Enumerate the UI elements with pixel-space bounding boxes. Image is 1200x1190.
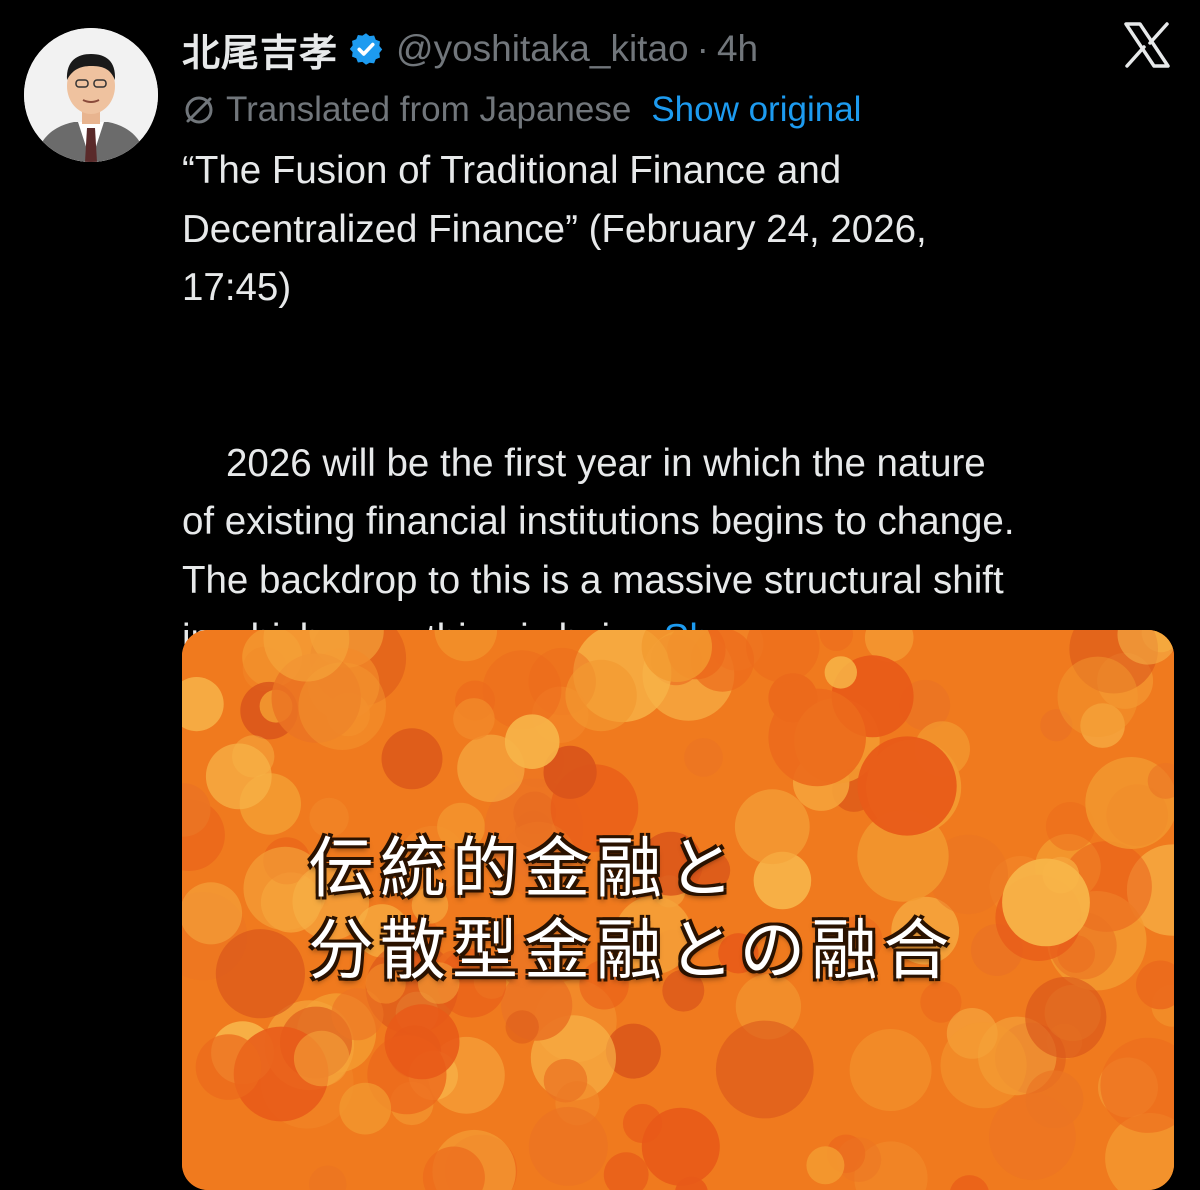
separator-dot: · — [697, 28, 709, 70]
tweet-body-line: of existing financial institutions begin… — [182, 493, 1182, 552]
tweet-title-line: 17:45) — [182, 259, 1182, 318]
tweet-title-line: Decentralized Finance” (February 24, 202… — [182, 201, 1182, 260]
tweet-image[interactable]: 伝統的金融と 分散型金融との融合 — [182, 630, 1174, 1190]
image-title-line: 分散型金融との融合 — [308, 910, 955, 992]
tweet-body-line: The backdrop to this is a massive struct… — [182, 552, 1182, 611]
show-original-link[interactable]: Show original — [651, 90, 861, 130]
globe-icon — [182, 93, 216, 127]
translated-label: Translated from Japanese — [226, 90, 631, 130]
tweet-text: “The Fusion of Traditional Finance and D… — [182, 142, 1182, 669]
image-title-line: 伝統的金融と — [308, 828, 955, 910]
x-logo-icon[interactable] — [1120, 18, 1174, 72]
author-avatar[interactable] — [24, 28, 158, 162]
tweet-timestamp[interactable]: 4h — [717, 28, 758, 70]
verified-badge-icon — [348, 31, 384, 67]
translation-notice: Translated from Japanese Show original — [182, 86, 861, 134]
author-name[interactable]: 北尾吉孝 — [182, 22, 338, 77]
tweet-body-line: 2026 will be the first year in which the… — [182, 435, 1182, 494]
tweet-title-line: “The Fusion of Traditional Finance and — [182, 142, 1182, 201]
tweet-header: 北尾吉孝 @yoshitaka_kitao · 4h — [182, 22, 758, 76]
image-title: 伝統的金融と 分散型金融との融合 — [308, 828, 955, 992]
author-handle[interactable]: @yoshitaka_kitao — [396, 28, 689, 70]
